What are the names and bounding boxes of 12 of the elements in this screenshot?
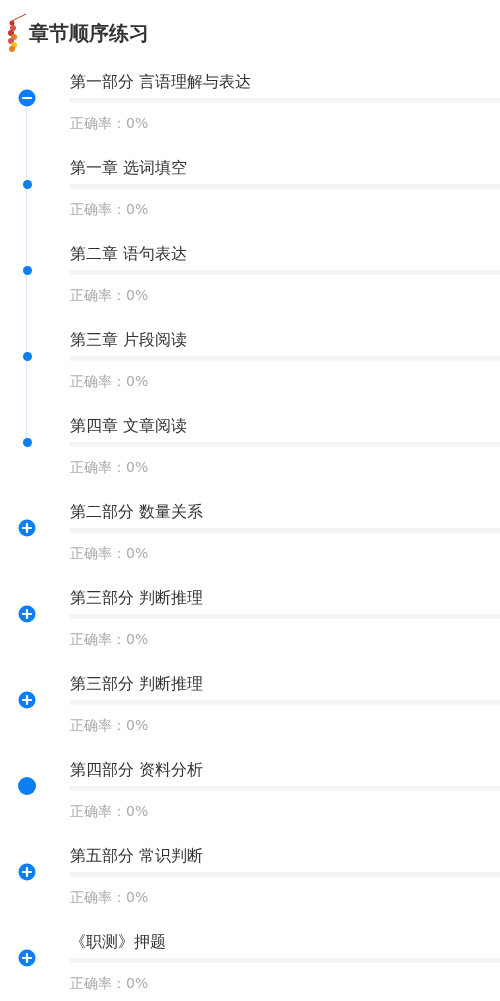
accuracy-text: 正确率：0% [70, 114, 150, 133]
accuracy-text: 正确率：0% [70, 544, 150, 563]
accuracy-text: 正确率：0% [70, 716, 150, 735]
accuracy-text: 正确率：0% [70, 802, 150, 821]
accuracy-text: 正确率：0% [70, 458, 150, 477]
accuracy-text: 正确率：0% [70, 630, 150, 649]
accuracy-text: 正确率：0% [70, 888, 150, 907]
accuracy-text: 正确率：0% [70, 286, 150, 305]
accuracy-text: 正确率：0% [70, 974, 150, 993]
accuracy-text: 正确率：0% [70, 200, 150, 219]
page-title: 章节顺序练习 [29, 19, 149, 47]
accuracy-text: 正确率：0% [70, 372, 150, 391]
